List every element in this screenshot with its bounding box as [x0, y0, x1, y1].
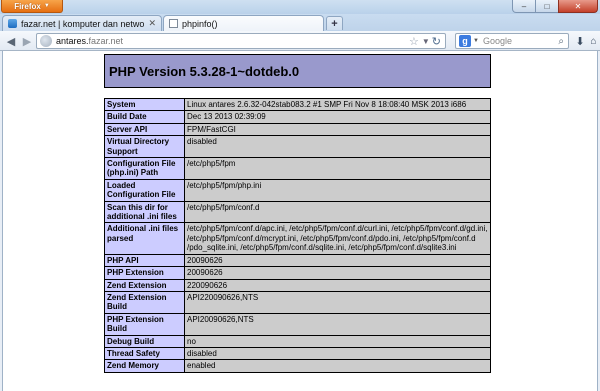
row-value: FPM/FastCGI: [184, 122, 491, 137]
row-value: 20090626: [184, 253, 491, 268]
tab-phpinfo[interactable]: phpinfo(): [163, 15, 324, 31]
search-engine-dropdown-icon[interactable]: ▼: [473, 38, 479, 44]
url-text[interactable]: antares.fazar.net: [56, 36, 409, 46]
table-row: Zend Extension Build API220090626,NTS: [104, 290, 491, 314]
search-icon[interactable]: ⌕: [558, 36, 564, 47]
navigation-toolbar: ◀ ▶ antares.fazar.net ☆ ▼ ↻ g ▼ Google ⌕…: [0, 31, 600, 51]
row-label: Configuration File (php.ini) Path: [104, 157, 185, 180]
firefox-menu-button[interactable]: Firefox ▼: [1, 0, 63, 13]
row-value: no: [184, 334, 491, 348]
row-value: 220090626: [184, 278, 491, 292]
url-domain: fazar.net: [88, 36, 124, 46]
tab-title: fazar.net | komputer dan networking: [21, 18, 145, 29]
row-label: System: [104, 97, 185, 112]
back-button[interactable]: ◀: [3, 34, 19, 48]
row-value: API20090626,NTS: [184, 312, 491, 336]
row-value: enabled: [184, 359, 491, 373]
search-input[interactable]: Google: [483, 36, 558, 46]
table-row: PHP Extension 20090626: [104, 266, 491, 280]
row-label: Virtual Directory Support: [104, 135, 185, 159]
row-value: Linux antares 2.6.32-042stab083.2 #1 SMP…: [184, 97, 491, 112]
table-row: Debug Build no: [104, 334, 491, 348]
row-value: /etc/php5/fpm/conf.d: [184, 200, 491, 224]
row-value: /etc/php5/fpm/conf.d/apc.ini, /etc/php5/…: [184, 222, 491, 255]
tab-strip: fazar.net | komputer dan networking ✕ ph…: [0, 14, 600, 31]
php-version-header: PHP Version 5.3.28-1~dotdeb.0: [104, 54, 491, 88]
row-value: Dec 13 2013 02:39:09: [184, 110, 491, 124]
table-row: Zend Extension 220090626: [104, 278, 491, 292]
row-label: Debug Build: [104, 334, 185, 348]
row-label: PHP Extension Build: [104, 312, 185, 336]
row-label: Zend Extension Build: [104, 290, 185, 314]
home-icon[interactable]: ⌂: [588, 34, 599, 48]
table-row: Virtual Directory Support disabled: [104, 135, 491, 159]
search-bar[interactable]: g ▼ Google ⌕: [455, 33, 569, 49]
row-value: API220090626,NTS: [184, 290, 491, 314]
url-history-dropdown-icon[interactable]: ▼: [422, 37, 430, 46]
reload-icon[interactable]: ↻: [432, 35, 441, 48]
url-host: antares.: [56, 36, 89, 46]
downloads-icon[interactable]: ⬇: [574, 34, 586, 48]
firefox-menu-label: Firefox: [14, 1, 41, 11]
row-value: 20090626: [184, 266, 491, 280]
table-row: Build Date Dec 13 2013 02:39:09: [104, 110, 491, 124]
table-row: PHP Extension Build API20090626,NTS: [104, 312, 491, 336]
row-label: Server API: [104, 122, 185, 137]
site-identity-icon[interactable]: [40, 35, 52, 47]
bookmark-star-icon[interactable]: ☆: [409, 35, 419, 48]
maximize-button[interactable]: □: [535, 0, 559, 13]
table-row: Loaded Configuration File/etc/php5/fpm/p…: [104, 178, 491, 202]
table-row: Server API FPM/FastCGI: [104, 122, 491, 137]
page-viewport[interactable]: PHP Version 5.3.28-1~dotdeb.0 System Linu…: [2, 51, 598, 391]
new-tab-button[interactable]: +: [326, 16, 343, 30]
site-favicon-icon: [8, 19, 17, 28]
url-bar[interactable]: antares.fazar.net ☆ ▼ ↻: [36, 33, 446, 49]
row-label: Zend Extension: [104, 278, 185, 292]
row-label: Zend Memory: [104, 359, 185, 373]
row-label: Build Date: [104, 110, 185, 124]
table-row: PHP API 20090626: [104, 253, 491, 268]
row-label: Additional .ini files parsed: [104, 222, 185, 255]
table-row: System Linux antares 2.6.32-042stab083.2 …: [104, 97, 491, 112]
row-label: Scan this dir for additional .ini files: [104, 200, 185, 224]
google-engine-icon[interactable]: g: [459, 35, 471, 47]
chevron-down-icon: ▼: [43, 3, 50, 9]
page-title: PHP Version 5.3.28-1~dotdeb.0: [109, 63, 300, 79]
tab-title: phpinfo(): [182, 18, 218, 29]
close-tab-icon[interactable]: ✕: [148, 18, 156, 29]
table-row: Configuration File (php.ini) Path/etc/ph…: [104, 157, 491, 180]
table-row: Thread Safety disabled: [104, 346, 491, 361]
title-bar: Firefox ▼ – □ ✕: [0, 0, 600, 14]
row-label: PHP Extension: [104, 266, 185, 280]
table-row: Additional .ini files parsed/etc/php5/fp…: [104, 222, 491, 255]
row-value: /etc/php5/fpm/php.ini: [184, 178, 491, 202]
minimize-button[interactable]: –: [512, 0, 536, 13]
row-label: Loaded Configuration File: [104, 178, 185, 202]
row-value: disabled: [184, 346, 491, 361]
forward-button[interactable]: ▶: [20, 34, 34, 48]
table-row: Zend Memory enabled: [104, 359, 491, 373]
table-row: Scan this dir for additional .ini files /…: [104, 200, 491, 224]
blank-page-icon: [169, 19, 178, 28]
info-table: System Linux antares 2.6.32-042stab083.2 …: [104, 97, 491, 373]
row-label: Thread Safety: [104, 346, 185, 361]
tab-fazar[interactable]: fazar.net | komputer dan networking ✕: [2, 15, 162, 31]
row-value: /etc/php5/fpm: [184, 157, 491, 180]
close-window-button[interactable]: ✕: [558, 0, 598, 13]
window-controls: – □ ✕: [512, 0, 598, 13]
row-value: disabled: [184, 135, 491, 159]
row-label: PHP API: [104, 253, 185, 268]
